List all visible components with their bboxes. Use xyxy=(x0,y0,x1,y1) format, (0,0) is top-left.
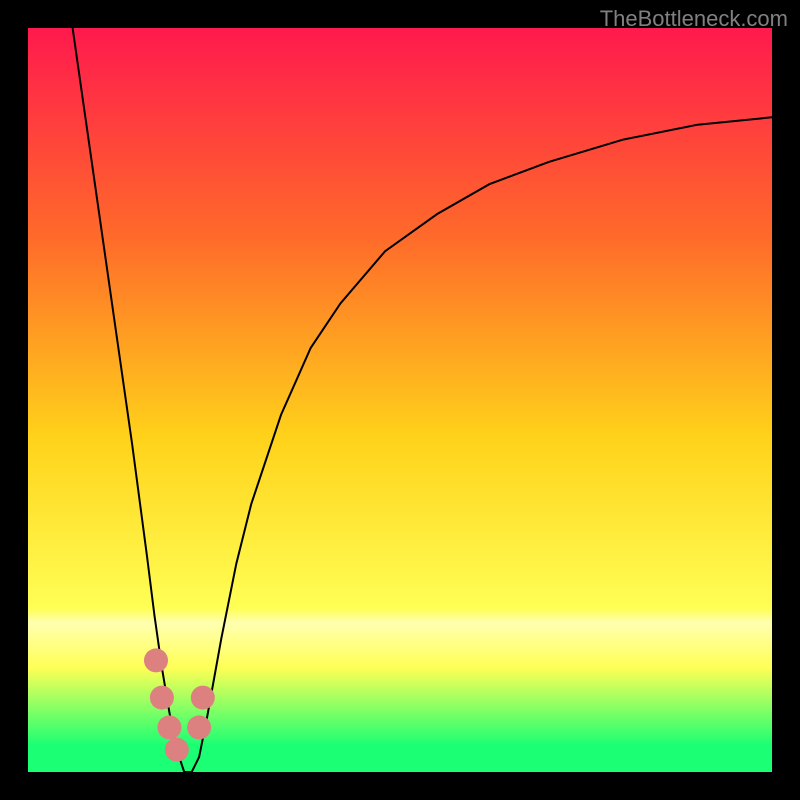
marker-dot xyxy=(165,738,189,762)
chart-frame: TheBottleneck.com xyxy=(0,0,800,800)
marker-dot xyxy=(144,648,168,672)
plot-area xyxy=(28,28,772,772)
marker-dot xyxy=(150,686,174,710)
marker-dot xyxy=(187,715,211,739)
marker-group xyxy=(144,648,215,761)
marker-dot xyxy=(191,686,215,710)
bottleneck-curve xyxy=(73,28,772,772)
watermark-text: TheBottleneck.com xyxy=(600,6,788,32)
marker-dot xyxy=(157,715,181,739)
curve-layer xyxy=(28,28,772,772)
